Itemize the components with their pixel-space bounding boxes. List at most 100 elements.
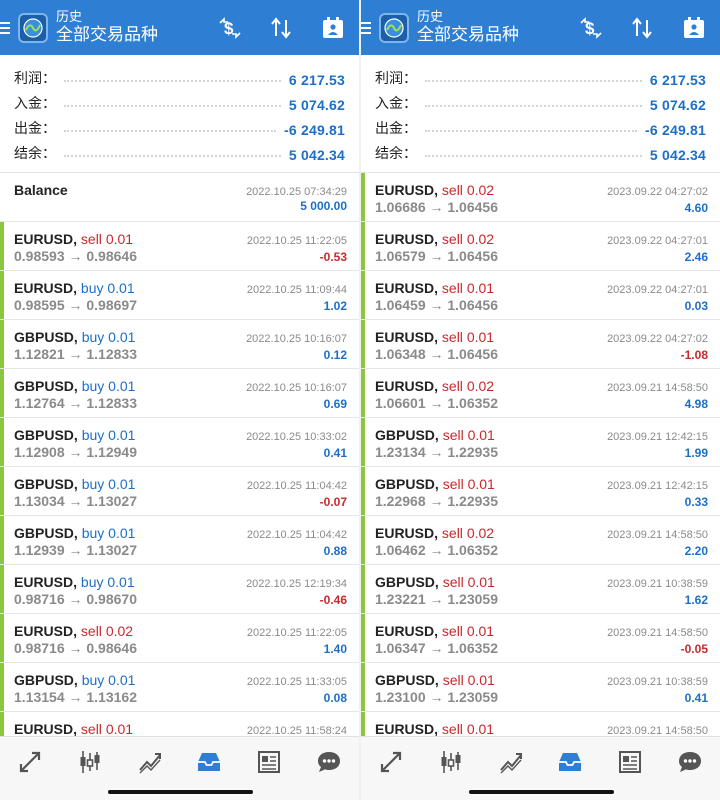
deal-volume: 0.01 (108, 329, 136, 345)
deal-row[interactable]: EURUSD, sell 0.01 2023.09.22 04:27:02 1.06… (361, 320, 720, 369)
deal-row[interactable]: EURUSD, sell 0.02 2023.09.21 14:58:50 1.06… (361, 369, 720, 418)
deal-row[interactable]: EURUSD, sell 0.01 2022.10.25 11:22:05 0.98… (0, 222, 359, 271)
trade-icon[interactable] (493, 747, 529, 777)
deal-volume: 0.02 (466, 182, 495, 198)
deal-symbol: GBPUSD, (14, 329, 78, 345)
deal-side: buy (81, 672, 105, 688)
deal-row[interactable]: EURUSD, sell 0.02 2023.09.22 04:27:02 1.06… (361, 173, 720, 222)
deal-prices: 1.06348 → 1.06456 (375, 346, 498, 362)
deal-prices: 1.22968 → 1.22935 (375, 493, 498, 509)
chart-icon[interactable] (72, 747, 108, 777)
deal-row[interactable]: GBPUSD, buy 0.01 2022.10.25 10:16:07 1.128… (0, 320, 359, 369)
deal-side: buy (81, 427, 105, 443)
deal-prices: 1.23134 → 1.22935 (375, 444, 498, 460)
deal-profit: 4.98 (684, 397, 708, 411)
page-title[interactable]: 全部交易品种 (417, 25, 519, 45)
deal-row[interactable]: GBPUSD, sell 0.01 2023.09.21 12:42:15 1.22… (361, 467, 720, 516)
deal-volume: 0.01 (107, 574, 135, 590)
deal-symbol: GBPUSD, (14, 427, 78, 443)
deal-title: EURUSD, sell 0.01 (375, 280, 494, 296)
deal-prices: 1.12908 → 1.12949 (14, 444, 137, 460)
deal-row[interactable]: GBPUSD, buy 0.01 2022.10.25 11:33:05 1.131… (0, 663, 359, 712)
deal-side: sell (441, 329, 463, 345)
page-title[interactable]: 全部交易品种 (56, 25, 158, 45)
deal-title: EURUSD, sell 0.01 (375, 623, 494, 639)
summary-value: 5 074.62 (288, 97, 345, 113)
calendar-icon[interactable] (679, 13, 709, 43)
deal-row[interactable]: GBPUSD, buy 0.01 2022.10.25 11:04:42 1.130… (0, 467, 359, 516)
calendar-icon[interactable] (318, 13, 348, 43)
deal-row[interactable]: EURUSD, buy 0.01 2022.10.25 11:09:44 0.985… (0, 271, 359, 320)
deal-volume: 0.01 (466, 329, 495, 345)
news-icon[interactable] (612, 747, 648, 777)
trade-icon[interactable] (132, 747, 168, 777)
menu-icon[interactable] (361, 0, 375, 55)
deal-row[interactable]: GBPUSD, buy 0.01 2022.10.25 10:16:07 1.127… (0, 369, 359, 418)
deal-symbol: EURUSD, (14, 574, 78, 590)
summary-row: 利润： 6 217.53 (375, 63, 706, 88)
deal-row[interactable]: EURUSD, sell 0.01 2023.09.21 14:58:50 (361, 712, 720, 736)
deal-symbol: EURUSD, (14, 623, 78, 639)
deal-time: 2022.10.25 11:04:42 (246, 529, 347, 541)
deal-row[interactable]: EURUSD, sell 0.02 2023.09.21 14:58:50 1.06… (361, 516, 720, 565)
deal-symbol: GBPUSD, (375, 476, 439, 492)
deal-row[interactable]: EURUSD, sell 0.02 2023.09.22 04:27:01 1.06… (361, 222, 720, 271)
deal-prices: 0.98716 → 0.98670 (14, 591, 137, 607)
deal-side: sell (441, 378, 463, 394)
deal-title: GBPUSD, buy 0.01 (14, 476, 135, 492)
deal-row[interactable]: GBPUSD, sell 0.01 2023.09.21 12:42:15 1.23… (361, 418, 720, 467)
deal-row[interactable]: EURUSD, sell 0.02 2022.10.25 11:22:05 0.98… (0, 614, 359, 663)
deal-side: sell (80, 231, 102, 247)
deal-prices: 1.13154 → 1.13162 (14, 689, 137, 705)
deal-prices: 1.12764 → 1.12833 (14, 395, 137, 411)
chat-icon[interactable] (672, 747, 708, 777)
deal-profit: 1.40 (323, 642, 347, 656)
deal-volume: 0.01 (105, 721, 134, 736)
deal-row[interactable]: EURUSD, sell 0.01 2023.09.21 14:58:50 1.06… (361, 614, 720, 663)
deal-prices: 1.06601 → 1.06352 (375, 395, 498, 411)
deal-time: 2023.09.21 14:58:50 (607, 529, 708, 541)
summary-row: 利润： 6 217.53 (14, 63, 345, 88)
deal-side: sell (442, 574, 464, 590)
currency-exchange-icon[interactable]: $ (576, 13, 606, 43)
deal-row[interactable]: GBPUSD, sell 0.01 2023.09.21 10:38:59 1.23… (361, 565, 720, 614)
deal-row[interactable]: GBPUSD, buy 0.01 2022.10.25 10:33:02 1.129… (0, 418, 359, 467)
deal-side: sell (442, 476, 464, 492)
deal-prices: 1.23100 → 1.23059 (375, 689, 498, 705)
summary-label: 结余： (375, 145, 417, 161)
news-icon[interactable] (251, 747, 287, 777)
deal-symbol: EURUSD, (375, 378, 439, 394)
bottom-nav (0, 736, 359, 800)
deal-row[interactable]: GBPUSD, sell 0.01 2023.09.21 10:38:59 1.23… (361, 663, 720, 712)
chat-icon[interactable] (311, 747, 347, 777)
page-subtitle: 历史 (56, 9, 83, 25)
deal-row[interactable]: GBPUSD, buy 0.01 2022.10.25 11:04:42 1.129… (0, 516, 359, 565)
deal-row[interactable]: EURUSD, sell 0.01 2023.09.22 04:27:01 1.06… (361, 271, 720, 320)
deal-profit: 0.41 (684, 691, 708, 705)
sort-icon[interactable] (266, 13, 296, 43)
deal-row[interactable]: EURUSD, sell 0.01 2022.10.25 11:58:24 (0, 712, 359, 736)
deal-title: EURUSD, sell 0.02 (375, 525, 494, 541)
deal-profit: 2.20 (684, 544, 708, 558)
deal-symbol: GBPUSD, (14, 672, 78, 688)
sort-icon[interactable] (627, 13, 657, 43)
deal-list[interactable]: Balance 2022.10.25 07:34:29 5 000.00 EURUS… (0, 173, 359, 736)
quotes-icon[interactable] (373, 747, 409, 777)
balance-row[interactable]: Balance 2022.10.25 07:34:29 5 000.00 (0, 173, 359, 222)
deal-list[interactable]: EURUSD, sell 0.02 2023.09.22 04:27:02 1.06… (361, 173, 720, 736)
deal-symbol: GBPUSD, (14, 378, 78, 394)
home-indicator (108, 790, 253, 794)
quotes-icon[interactable] (12, 747, 48, 777)
chart-icon[interactable] (433, 747, 469, 777)
history-icon[interactable] (552, 747, 588, 777)
menu-icon[interactable] (0, 0, 14, 55)
deal-side: sell (441, 623, 463, 639)
deal-side: buy (81, 329, 105, 345)
deal-time: 2023.09.21 12:42:15 (607, 480, 708, 492)
summary-value: 5 074.62 (649, 97, 706, 113)
currency-exchange-icon[interactable]: $ (215, 13, 245, 43)
deal-row[interactable]: EURUSD, buy 0.01 2022.10.25 12:19:34 0.987… (0, 565, 359, 614)
deal-prices: 1.06459 → 1.06456 (375, 297, 498, 313)
deal-time: 2023.09.21 10:38:59 (607, 578, 708, 590)
history-icon[interactable] (191, 747, 227, 777)
